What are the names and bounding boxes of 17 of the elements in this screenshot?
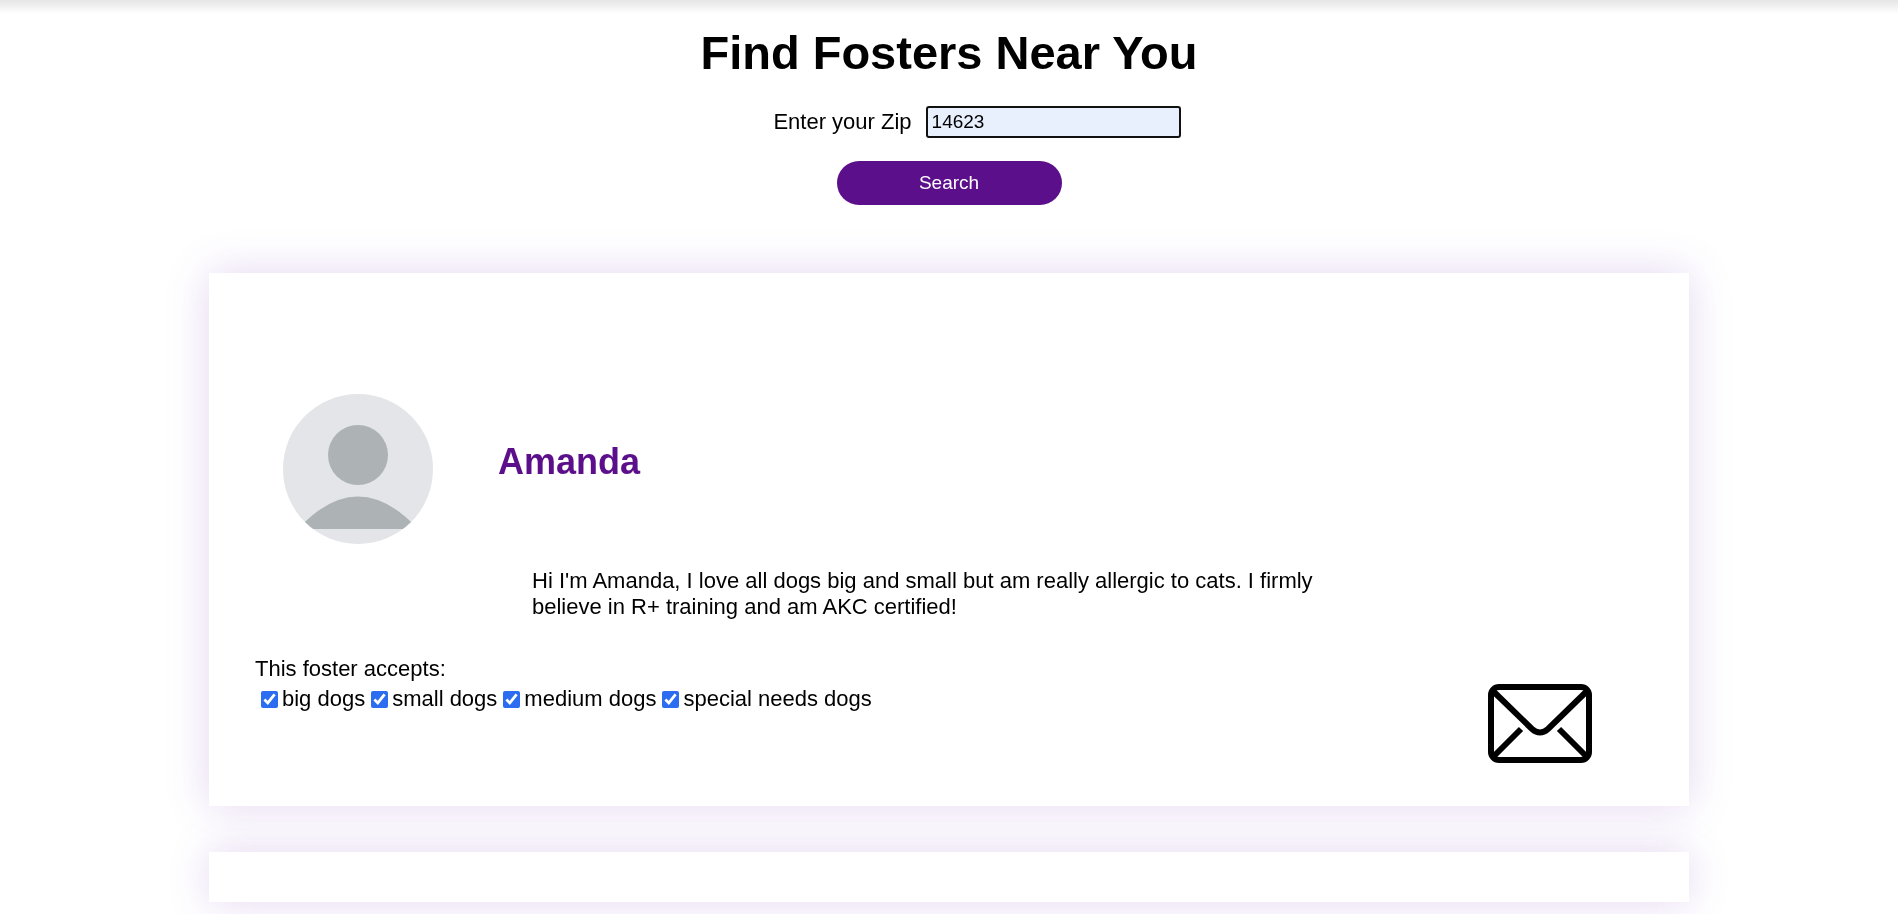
checkbox-label: big dogs [282,686,366,712]
search-button[interactable]: Search [836,161,1062,205]
checkbox-label: special needs dogs [683,686,872,712]
mail-icon[interactable] [1488,684,1592,763]
checkbox[interactable] [503,690,521,708]
avatar-icon [283,394,433,544]
zip-label: Enter your Zip [773,108,912,136]
foster-name: Amanda [498,440,641,484]
checkbox[interactable] [371,690,389,708]
checkbox[interactable] [261,690,278,708]
foster-bio: Hi I'm Amanda, I love all dogs big and small but am really allergic to cats. I firmly believe in R+ training and am AKC certified! [532,568,1314,620]
checkbox-label: small dogs [392,686,498,712]
page-title: Find Fosters Near You [700,25,1198,81]
checkbox-label: medium dogs [524,686,657,712]
accepts-label: This foster accepts: [255,656,447,682]
zip-field[interactable]: 14623 [925,105,1181,138]
checkbox[interactable] [662,690,680,708]
